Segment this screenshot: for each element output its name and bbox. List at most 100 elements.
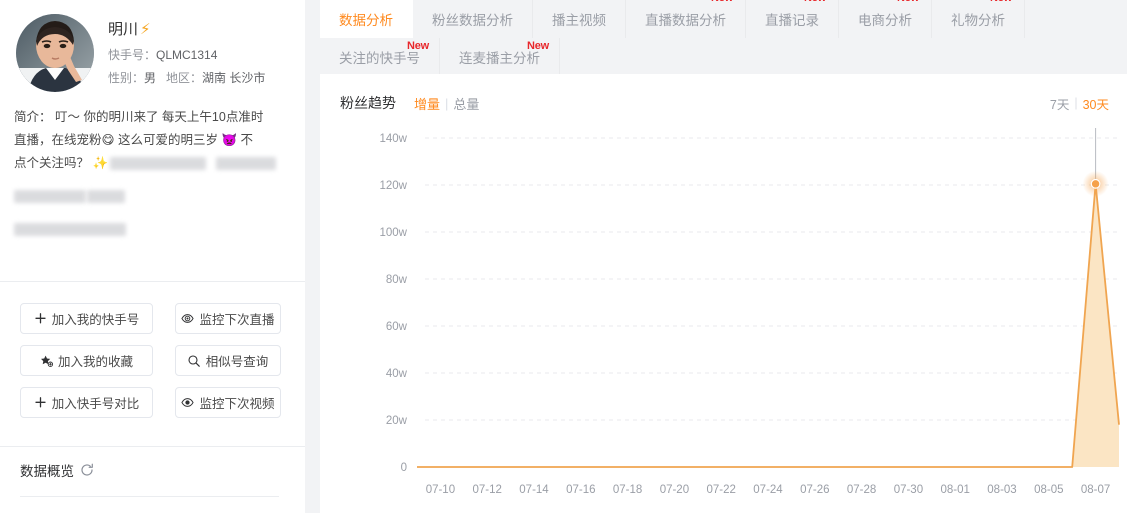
range-option-7d[interactable]: 7天 [1050,94,1069,113]
redacted-block [14,223,126,237]
chart-header: 粉丝趋势 增量 | 总量 7天 | 30天 [320,74,1127,114]
y-axis-tick: 120w [380,180,408,192]
add-to-favorites-button[interactable]: 加入我的收藏 [20,345,153,376]
tab-live-data-analysis[interactable]: New 直播数据分析 [626,0,746,38]
gender-label: 性别： [108,71,145,85]
gender-region-row: 性别：男 地区：湖南 长沙市 [108,70,265,86]
main-content: 数据分析 粉丝数据分析 播主视频 New 直播数据分析 New 直播记录 New [320,0,1127,513]
new-badge: New [990,0,1012,4]
tab-co-host-analysis[interactable]: New 连麦播主分析 [440,38,560,74]
bio-line-3: 点个关注吗？ [14,156,93,170]
y-axis-tick: 60w [386,321,408,333]
chart-title: 粉丝趋势 [340,95,396,111]
chart-x-ticks: 07-10 07-12 07-14 07-16 07-18 07-20 07-22 07-24… [426,484,1111,496]
tab-label: 直播记录 [765,13,819,28]
y-axis-tick: 100w [380,227,408,239]
new-badge: New [406,40,429,52]
tab-row-primary: 数据分析 粉丝数据分析 播主视频 New 直播数据分析 New 直播记录 New [320,0,1127,38]
tab-label: 电商分析 [858,13,912,28]
range-option-30d[interactable]: 30天 [1083,94,1109,113]
x-axis-tick: 08-07 [1081,484,1110,496]
redacted-block [110,157,207,171]
tab-label: 礼物分析 [951,13,1005,28]
tab-data-analysis[interactable]: 数据分析 [320,0,413,38]
y-axis-tick: 140w [380,133,408,145]
tabs-container: 数据分析 粉丝数据分析 播主视频 New 直播数据分析 New 直播记录 New [320,0,1127,74]
x-axis-tick: 07-26 [800,484,829,496]
region-value: 湖南 长沙市 [202,71,266,85]
eye-icon [181,396,195,409]
plus-icon [34,312,47,325]
redacted-block [216,157,277,171]
x-axis-tick: 07-12 [472,484,501,496]
avatar [16,14,94,92]
button-label: 加入我的快手号 [51,313,140,327]
metric-option-increment[interactable]: 增量 [414,94,440,113]
range-separator: | [1074,96,1078,110]
chart-gridlines [425,137,1119,421]
data-overview-header: 数据概览 [20,460,94,480]
metric-separator: | [445,95,449,111]
button-label: 监控下次直播 [199,313,275,327]
add-to-my-kuaishou-button[interactable]: 加入我的快手号 [20,303,153,334]
x-axis-tick: 07-20 [660,484,689,496]
app-root: 明川 ⚡ 快手号：QLMC1314 性别：男 地区：湖南 长沙市 简介： 叮～ 你… [0,0,1127,513]
button-label: 监控下次视频 [199,397,275,411]
bio-emoji-3: ✨ [92,156,109,170]
redacted-block [14,190,86,204]
data-overview-label: 数据概览 [20,464,74,479]
profile-bio: 简介： 叮～ 你的明川来了 每天上午10点准时 直播，在线宠粉😋 这么可爱的明三… [14,106,291,241]
tab-followed-accounts[interactable]: New 关注的快手号 [320,38,440,74]
x-axis-tick: 07-16 [566,484,595,496]
x-axis-tick: 07-18 [613,484,642,496]
x-axis-tick: 08-03 [987,484,1016,496]
profile-header: 明川 ⚡ 快手号：QLMC1314 性别：男 地区：湖南 长沙市 [0,0,305,92]
lightning-icon: ⚡ [140,21,151,38]
fans-trend-chart[interactable]: 0 20w 40w 60w 80w 100w 120w 140w 07-10 07-12 07-1… [320,120,1127,513]
button-label: 加入快手号对比 [51,397,140,411]
profile-sidebar: 明川 ⚡ 快手号：QLMC1314 性别：男 地区：湖南 长沙市 简介： 叮～ 你… [0,0,305,513]
monitor-next-video-button[interactable]: 监控下次视频 [175,387,281,418]
y-axis-tick: 40w [386,368,408,380]
similar-account-search-button[interactable]: 相似号查询 [175,345,281,376]
new-badge: New [526,40,549,52]
add-to-compare-button[interactable]: 加入快手号对比 [20,387,153,418]
range-toggle-group: 7天 | 30天 [1050,94,1109,113]
x-axis-tick: 07-10 [426,484,455,496]
fans-trend-panel: 粉丝趋势 增量 | 总量 7天 | 30天 0 20w 40w 60w 80w … [320,74,1127,513]
tab-gift-analysis[interactable]: New 礼物分析 [932,0,1025,38]
x-axis-tick: 07-30 [894,484,923,496]
divider [20,496,279,497]
y-axis-tick: 80w [386,274,408,286]
monitor-next-live-button[interactable]: 监控下次直播 [175,303,281,334]
tab-ecommerce-analysis[interactable]: New 电商分析 [839,0,932,38]
action-button-grid: 加入我的快手号 监控下次直播 加入我的收藏 相似号查询 加入快手号对比 监控下次… [20,303,281,418]
tab-live-records[interactable]: New 直播记录 [746,0,839,38]
tab-fans-analysis[interactable]: 粉丝数据分析 [413,0,533,38]
bio-line-2c: 不 [237,133,254,147]
x-axis-tick: 07-24 [753,484,783,496]
x-axis-tick: 07-14 [519,484,549,496]
bio-line-1: 简介： 叮～ 你的明川来了 每天上午10点准时 [14,110,264,124]
tab-label: 粉丝数据分析 [432,13,513,28]
new-badge: New [804,0,826,4]
button-label: 相似号查询 [205,355,269,369]
profile-nickname: 明川 [108,21,139,38]
kuaishou-id-row: 快手号：QLMC1314 [108,47,265,63]
kuaishou-id-label: 快手号： [108,48,157,62]
metric-option-total[interactable]: 总量 [453,94,479,113]
x-axis-tick: 07-28 [847,484,876,496]
chart-area [417,183,1119,467]
divider [0,281,305,282]
y-axis-tick: 0 [401,462,407,474]
tab-label: 直播数据分析 [645,13,726,28]
redacted-line [14,185,291,208]
new-badge: New [897,0,919,4]
star-add-icon [40,354,53,367]
search-icon [188,354,201,367]
bio-line-2a: 直播，在线宠粉 [14,133,102,147]
tab-row-secondary: New 关注的快手号 New 连麦播主分析 [320,38,1127,74]
refresh-icon[interactable] [80,463,94,477]
tab-host-videos[interactable]: 播主视频 [533,0,626,38]
kuaishou-id-value: QLMC1314 [156,48,218,62]
